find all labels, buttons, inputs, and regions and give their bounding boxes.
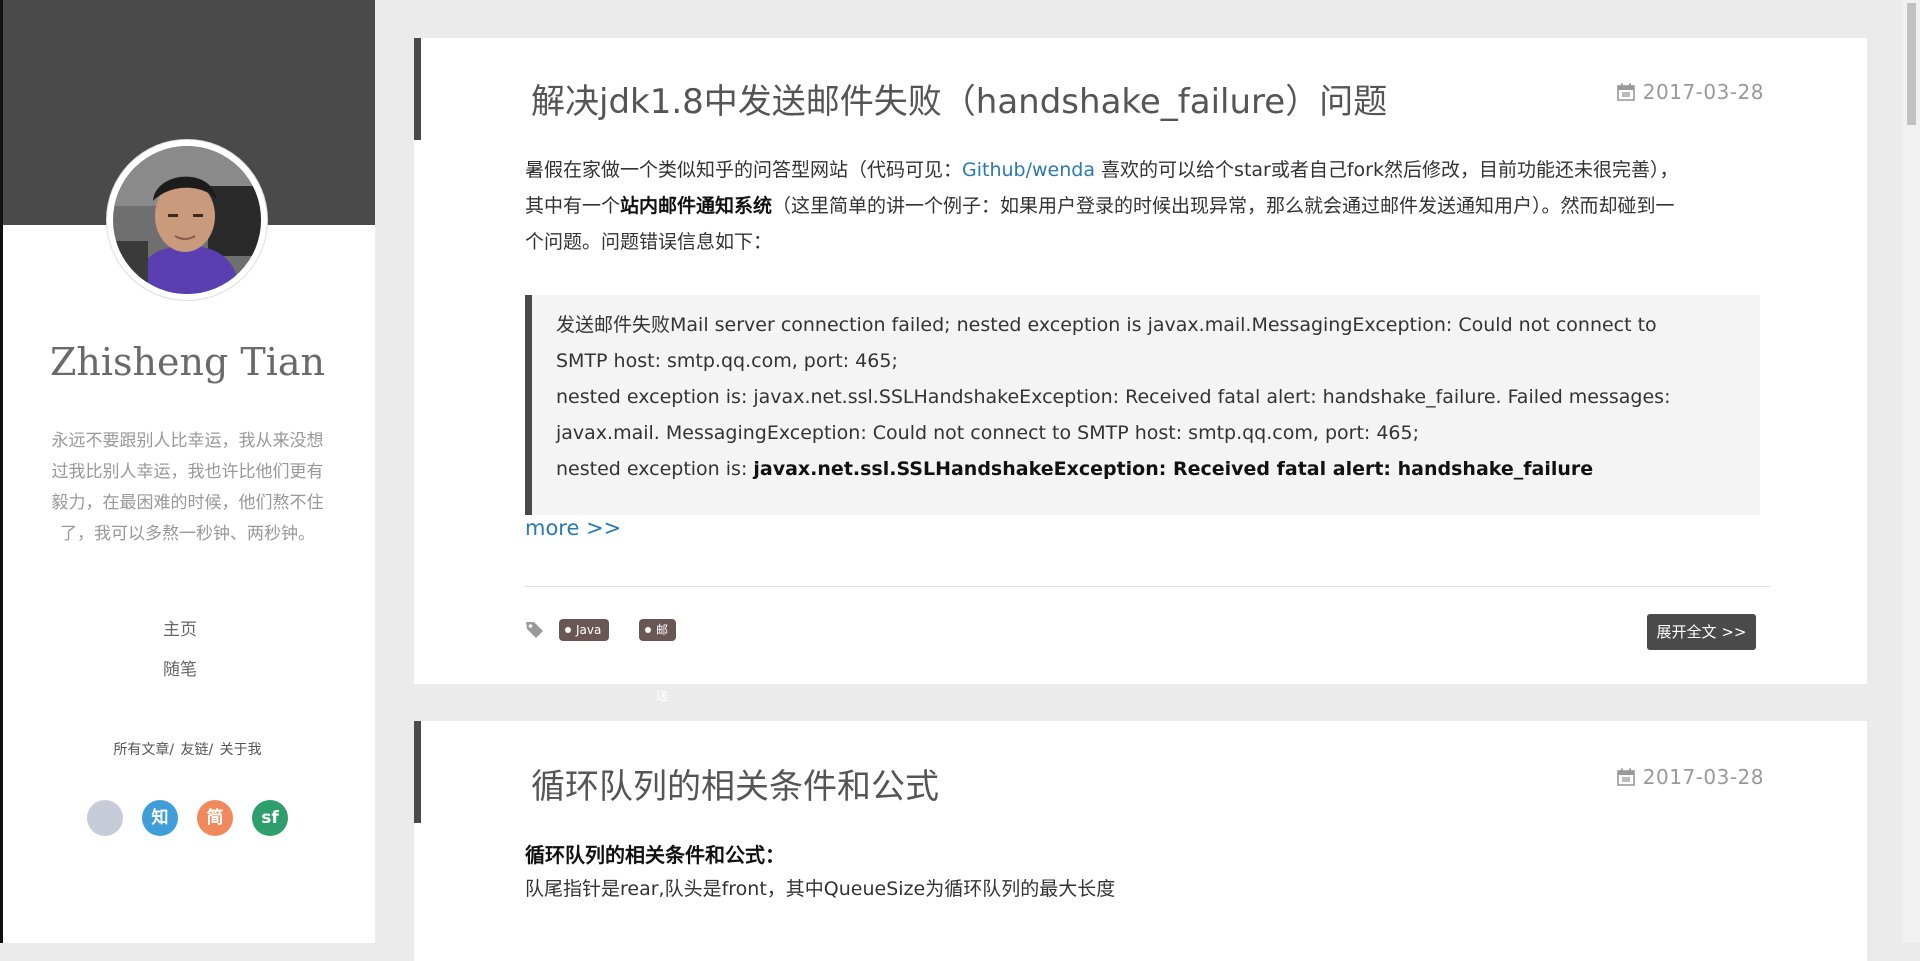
tag-java[interactable]: Java — [559, 619, 610, 641]
post-date: 2017-03-28 — [1616, 80, 1764, 104]
window-edge — [0, 0, 3, 943]
quote-text: nested exception is: — [556, 458, 754, 480]
calendar-icon — [1616, 83, 1635, 101]
quote-line: javax.mail. MessagingException: Could no… — [556, 422, 1419, 444]
read-more-button[interactable]: 展开全文 >> — [1647, 614, 1756, 650]
zhihu-icon[interactable]: 知 — [142, 800, 178, 836]
post-title[interactable]: 循环队列的相关条件和公式 — [531, 759, 939, 808]
motto-line: 毅力，在最困难的时候，他们熬不住 — [51, 493, 324, 513]
error-blockquote: 发送邮件失败Mail server connection failed; nes… — [525, 295, 1760, 515]
excerpt-text: 喜欢的可以给个star或者自己fork然后修改，目前功能还未很完善）， — [1095, 159, 1679, 181]
avatar-photo — [113, 146, 261, 294]
motto-line: 永远不要跟别人比幸运，我从来没想 — [51, 431, 324, 451]
post-title[interactable]: 解决jdk1.8中发送邮件失败（handshake_failure）问题 — [531, 74, 1387, 123]
card-divider — [525, 586, 1770, 587]
quote-line: SMTP host: smtp.qq.com, port: 465; — [556, 350, 898, 372]
post-date-text: 2017-03-28 — [1642, 765, 1764, 789]
quote-line: nested exception is: javax.net.ssl.SSLHa… — [556, 386, 1671, 408]
sidebar-footer-links: 所有文章/ 友链/ 关于我 — [0, 739, 375, 759]
jianshu-icon[interactable]: 简 — [197, 800, 233, 836]
quote-line: nested exception is: javax.net.ssl.SSLHa… — [556, 451, 1760, 487]
post-card: 循环队列的相关条件和公式 2017-03-28 循环队列的相关条件和公式： 队尾… — [414, 721, 1867, 961]
post-excerpt: 队尾指针是rear,队头是front，其中QueueSize为循环队列的最大长度 — [525, 878, 1116, 900]
post-section-heading: 循环队列的相关条件和公式： — [525, 843, 785, 867]
motto-line: 了，我可以多熬一秒钟、两秒钟。 — [60, 524, 315, 544]
more-link[interactable]: more >> — [525, 516, 621, 540]
author-name: Zhisheng Tian — [50, 340, 325, 384]
tag-mail-sending[interactable]: 邮件发送 — [639, 619, 677, 703]
scrollbar-thumb[interactable] — [1907, 3, 1916, 125]
excerpt-bold-text: 站内邮件通知系统 — [620, 195, 773, 217]
card-accent-bar — [414, 721, 421, 823]
post-excerpt: 暑假在家做一个类似知乎的问答型网站（代码可见：Github/wenda 喜欢的可… — [525, 152, 1770, 260]
excerpt-text: 其中有一个 — [525, 195, 621, 217]
nav-notes-link[interactable]: 随笔 — [0, 650, 360, 690]
all-posts-link[interactable]: 所有文章/ — [113, 742, 174, 758]
tag-icon — [526, 622, 543, 638]
author-motto: 永远不要跟别人比幸运，我从来没想 过我比别人幸运，我也许比他们更有 毅力，在最困… — [45, 426, 330, 550]
excerpt-text: 个问题。问题错误信息如下： — [525, 231, 773, 253]
sidebar: Zhisheng Tian 永远不要跟别人比幸运，我从来没想 过我比别人幸运，我… — [0, 0, 375, 943]
quote-bold-text: javax.net.ssl.SSLHandshakeException: Rec… — [753, 458, 1594, 480]
excerpt-text: （这里简单的讲一个例子：如果用户登录的时候出现异常，那么就会通过邮件发送通知用户… — [772, 195, 1675, 217]
about-me-link[interactable]: 关于我 — [220, 742, 262, 758]
post-card: 解决jdk1.8中发送邮件失败（handshake_failure）问题 201… — [414, 38, 1867, 703]
github-icon[interactable] — [87, 800, 123, 836]
motto-line: 过我比别人幸运，我也许比他们更有 — [51, 462, 324, 482]
nav-home-link[interactable]: 主页 — [0, 610, 360, 650]
excerpt-text: 暑假在家做一个类似知乎的问答型网站（代码可见： — [525, 159, 963, 181]
friends-link[interactable]: 友链/ — [181, 742, 214, 758]
calendar-icon — [1616, 768, 1635, 786]
sidebar-nav: 主页 随笔 — [0, 610, 360, 690]
segmentfault-icon[interactable]: sf — [252, 800, 288, 836]
post-date-text: 2017-03-28 — [1642, 80, 1764, 104]
avatar[interactable] — [113, 146, 261, 294]
page-scrollbar[interactable] — [1903, 0, 1920, 943]
github-wenda-link[interactable]: Github/wenda — [962, 159, 1095, 181]
post-date: 2017-03-28 — [1616, 765, 1764, 789]
quote-line: 发送邮件失败Mail server connection failed; nes… — [556, 314, 1657, 336]
avatar-ring — [107, 140, 267, 300]
card-accent-bar — [414, 38, 421, 140]
